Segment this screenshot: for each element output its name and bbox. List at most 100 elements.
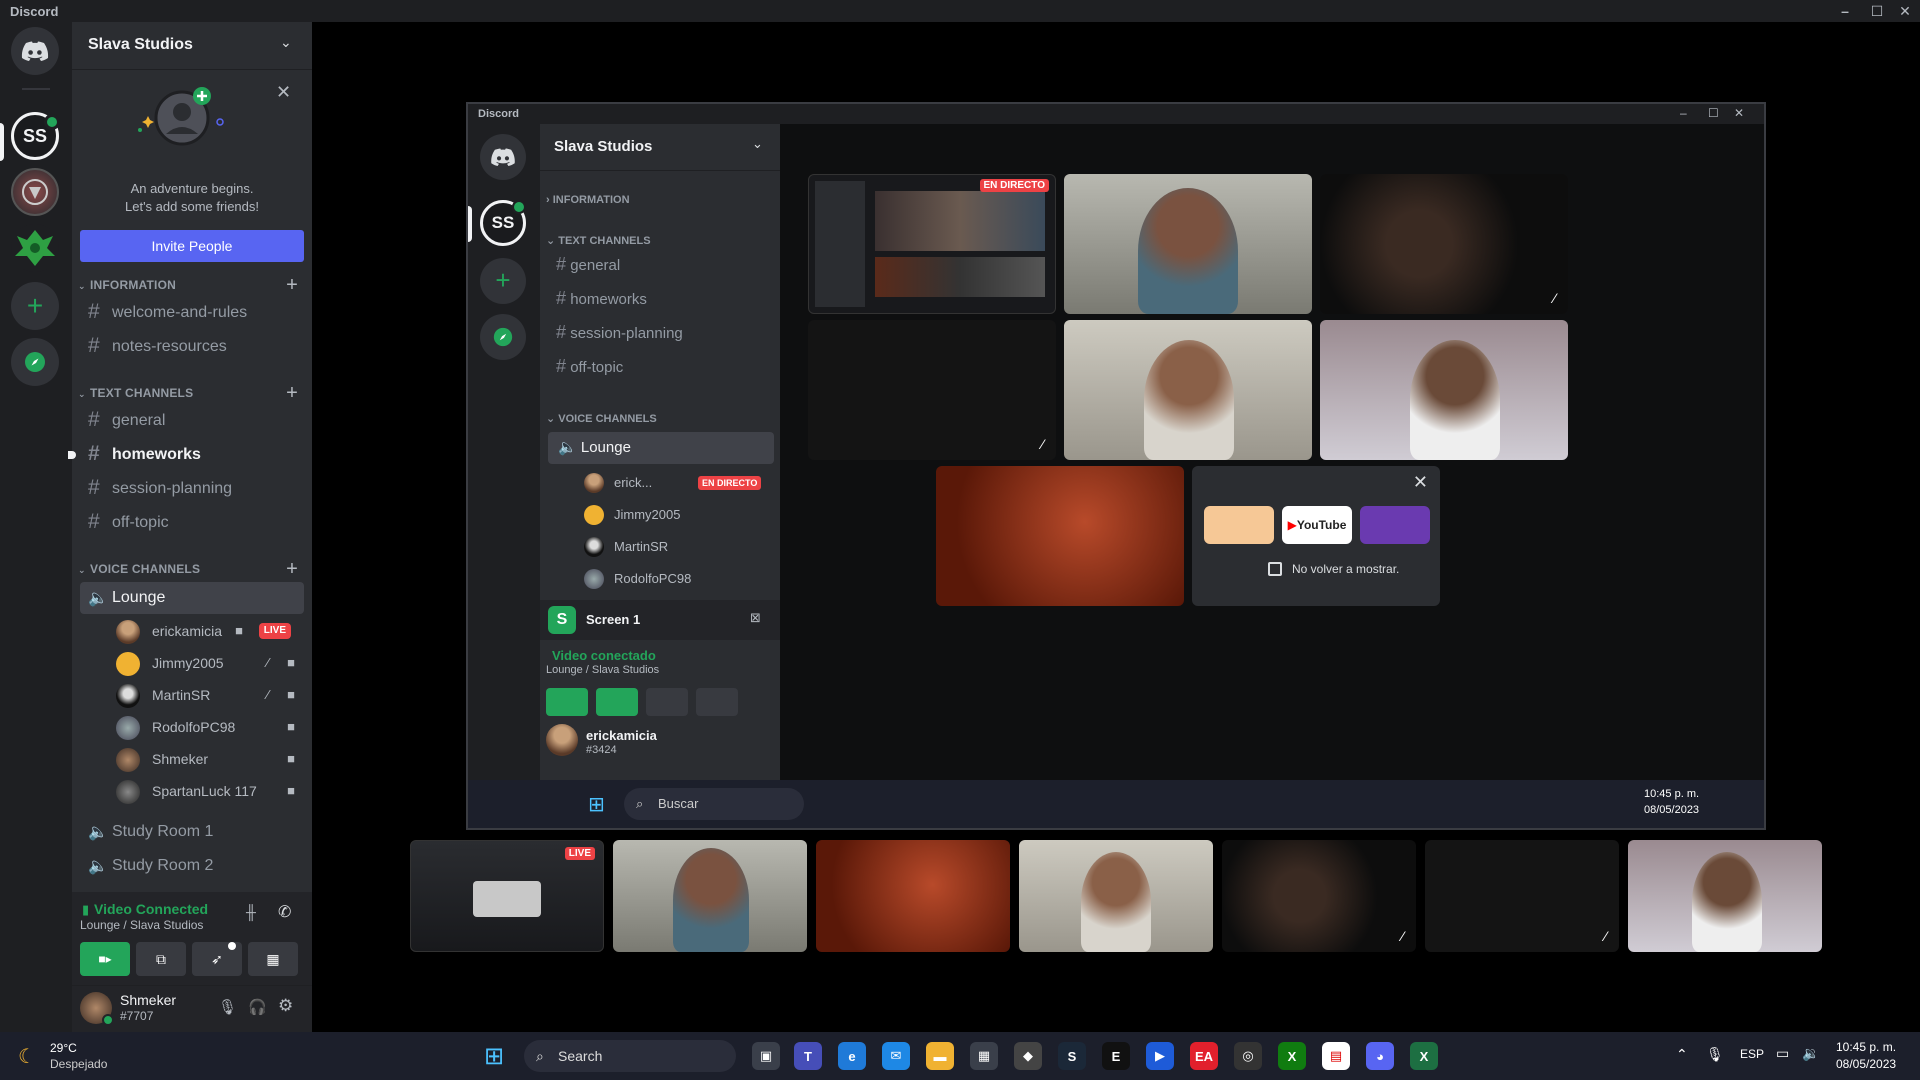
channel-off-topic[interactable]: # off-topic [80,506,304,538]
category-text-channels[interactable]: ⌄ TEXT CHANNELS + [78,382,306,404]
voice-user-rodolfopc98[interactable]: RodolfoPC98 ■ [112,712,307,742]
server-icon-3[interactable] [11,224,59,272]
minimize-icon[interactable]: – [1836,2,1854,20]
category-information[interactable]: ⌄ INFORMATION + [78,274,306,296]
voice-location: Lounge / Slava Studios [80,918,204,932]
windows-start-icon[interactable]: ⊞ [484,1042,504,1071]
voice-user-erickamicia[interactable]: erickamicia ■ LIVE [112,616,307,646]
mic-icon[interactable]: 🎙 [218,998,237,1016]
ubisoft-icon[interactable]: ◎ [1234,1042,1262,1070]
taskbar-search-box[interactable]: ⌕ Search [524,1040,736,1072]
channel-label: general [112,412,166,429]
user-tag: #7707 [120,1009,154,1023]
explore-servers-button[interactable] [11,338,59,386]
strip-tile-user[interactable] [613,840,807,952]
server-icon-2[interactable] [11,168,59,216]
steam-icon[interactable]: S [1058,1042,1086,1070]
nested-clock-time: 10:45 p. m. [1644,788,1700,800]
server-header[interactable]: Slava Studios ⌄ [72,22,312,70]
strip-tile-user[interactable]: ⁄ [1425,840,1619,952]
store-icon[interactable]: ▦ [970,1042,998,1070]
invite-people-button[interactable]: Invite People [80,230,304,262]
channel-homeworks[interactable]: # homeworks [80,438,304,470]
mic-muted-icon: ⁄ [1041,436,1044,452]
volume-icon[interactable]: 🔉 [1802,1045,1819,1062]
language-indicator[interactable]: ESP [1740,1047,1764,1061]
search-icon: ⌕ [536,1048,544,1064]
mic-muted-icon: ⁄ [1553,290,1556,306]
disconnect-icon[interactable]: ✆ [278,902,291,922]
voice-channel-study-room-1[interactable]: 🔈 Study Room 1 [80,816,304,848]
add-channel-icon[interactable]: + [286,382,298,405]
channel-general[interactable]: # general [80,404,304,436]
clock-time[interactable]: 10:45 p. m. [1836,1040,1896,1054]
app-icon[interactable]: ▤ [1322,1042,1350,1070]
nested-user-name: erickamicia [586,728,657,743]
strip-tile-user[interactable] [1019,840,1213,952]
channel-notes-resources[interactable]: # notes-resources [80,330,304,362]
soundboard-button[interactable]: ▦ [248,942,298,976]
edge-icon[interactable]: e [838,1042,866,1070]
weather-temp[interactable]: 29°C [50,1041,77,1055]
mic-icon[interactable]: 🎙 [1706,1046,1724,1063]
gear-icon[interactable]: ⚙ [278,996,293,1016]
camera-button[interactable]: ■▸ [80,942,130,976]
close-icon[interactable]: ✕ [1896,2,1914,20]
discord-icon[interactable]: ◕ [1366,1042,1394,1070]
epic-games-icon[interactable]: E [1102,1042,1130,1070]
strip-tile-user[interactable]: ⁄ [1222,840,1416,952]
xbox-icon[interactable]: X [1278,1042,1306,1070]
add-channel-icon[interactable]: + [286,274,298,297]
onboarding-line-1: An adventure begins. [130,181,254,196]
app-icon[interactable]: ◆ [1014,1042,1042,1070]
voice-user-jimmy2005[interactable]: Jimmy2005 ⁄ ■ [112,648,307,678]
clock-date[interactable]: 08/05/2023 [1836,1057,1896,1071]
share-screen-button[interactable]: ⧉ [136,942,186,976]
noise-suppression-icon[interactable]: ╫ [246,904,256,920]
checkbox-label: No volver a mostrar. [1292,562,1400,576]
headphones-icon[interactable]: 🎧 [248,998,267,1016]
close-icon[interactable]: ✕ [276,82,291,103]
close-icon: ✕ [1734,106,1745,120]
avatar [584,505,604,525]
voice-user-martinsr[interactable]: MartinSR ⁄ ■ [112,680,307,710]
strip-tile-screen-share[interactable]: LIVE [410,840,604,952]
shared-screen-window: Discord – ☐ ✕ SS + Slava Studios ⌄ › INF… [466,102,1766,830]
voice-user-shmeker[interactable]: Shmeker ■ [112,744,307,774]
avatar [584,537,604,557]
nested-search-box: ⌕ Buscar [624,788,804,820]
user-name: Shmeker [120,992,177,1008]
strip-tile-user[interactable] [1628,840,1822,952]
channel-session-planning[interactable]: # session-planning [80,472,304,504]
mail-icon[interactable]: ✉ [882,1042,910,1070]
category-label: VOICE CHANNELS [558,413,657,425]
video-camera-icon [473,881,541,917]
network-icon[interactable]: ▭ [1776,1045,1789,1062]
nested-video-tile-user [936,466,1184,606]
activity-label: YouTube [1296,518,1347,532]
voice-user-name: erickamicia [152,623,223,639]
youtube-play-icon: ▶ [1287,518,1297,532]
channel-welcome-and-rules[interactable]: # welcome-and-rules [80,296,304,328]
task-view-icon[interactable]: ▣ [752,1042,780,1070]
add-server-button[interactable]: + [11,282,59,330]
app-icon[interactable]: ▶ [1146,1042,1174,1070]
voice-channel-lounge[interactable]: 🔈 Lounge [80,582,304,614]
ea-icon[interactable]: EA [1190,1042,1218,1070]
category-voice-channels[interactable]: ⌄ VOICE CHANNELS + [78,558,306,580]
strip-tile-user[interactable] [816,840,1010,952]
excel-icon[interactable]: X [1410,1042,1438,1070]
file-explorer-icon[interactable]: ▬ [926,1042,954,1070]
add-channel-icon[interactable]: + [286,558,298,581]
home-button[interactable] [11,27,59,75]
channel-label: off-topic [570,359,624,376]
maximize-icon[interactable]: ☐ [1868,2,1886,20]
voice-user-name: MartinSR [614,539,669,554]
channel-label: session-planning [112,480,233,497]
voice-channel-study-room-2[interactable]: 🔈 Study Room 2 [80,850,304,882]
nested-taskbar: ⊞ ⌕ Buscar 10:45 p. m. 08/05/2023 [468,780,1764,828]
voice-user-spartanluck[interactable]: SpartanLuck 117 ■ [112,776,307,806]
teams-icon[interactable]: T [794,1042,822,1070]
video-icon: ■ [235,623,243,638]
chevron-up-icon[interactable]: ⌃ [1676,1046,1688,1063]
